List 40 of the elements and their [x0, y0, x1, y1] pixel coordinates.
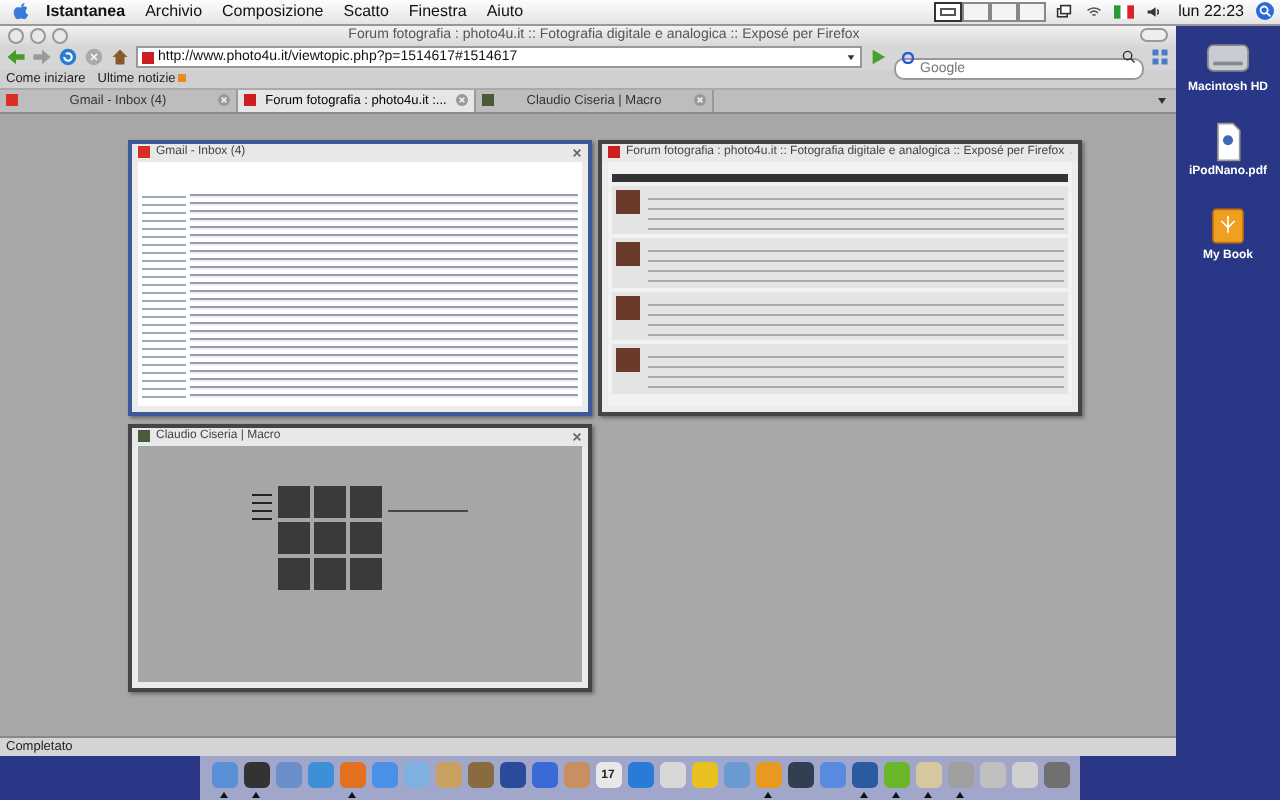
apple-icon[interactable]	[12, 2, 30, 21]
space-tile[interactable]	[990, 1, 1019, 22]
rss-icon	[177, 74, 186, 83]
stop-icon[interactable]	[84, 48, 104, 67]
search-engine-icon[interactable]	[902, 51, 914, 64]
home-icon[interactable]	[110, 48, 130, 67]
tabs-grid-icon[interactable]	[1150, 48, 1170, 67]
site-icon	[142, 51, 154, 64]
volume-icon[interactable]	[1144, 3, 1165, 20]
space-tile[interactable]	[1018, 1, 1047, 22]
menu-clock[interactable]: lun 22:23	[1178, 2, 1244, 21]
forward-arrow-icon[interactable]	[32, 48, 52, 67]
menu-item[interactable]: Scatto	[343, 1, 389, 22]
site-icon	[6, 94, 18, 107]
toolbar-toggle-icon[interactable]	[1140, 28, 1168, 43]
site-icon	[244, 94, 256, 107]
menu-item[interactable]: Archivio	[145, 1, 203, 22]
tab-list-icon[interactable]	[1156, 94, 1168, 107]
site-icon	[608, 146, 620, 159]
app-icon[interactable]	[787, 762, 813, 788]
wifi-icon[interactable]	[1084, 3, 1105, 20]
menu-item[interactable]: Aiuto	[486, 1, 524, 22]
windows-icon[interactable]	[1054, 3, 1075, 20]
dropdown-icon[interactable]	[846, 52, 856, 63]
space-tile[interactable]	[962, 1, 991, 22]
site-icon	[138, 430, 150, 443]
app-icon[interactable]	[851, 762, 877, 788]
site-icon	[138, 146, 150, 159]
search-icon[interactable]	[1122, 50, 1136, 65]
back-arrow-icon[interactable]	[6, 48, 26, 67]
app-icon[interactable]	[499, 762, 525, 788]
reload-icon[interactable]	[58, 48, 78, 67]
space-tile[interactable]	[934, 1, 963, 22]
flag-icon[interactable]	[1114, 3, 1135, 20]
menu-item[interactable]: Composizione	[222, 1, 324, 22]
menu-item[interactable]: Finestra	[408, 1, 467, 22]
go-arrow-icon[interactable]	[868, 48, 888, 67]
site-icon	[482, 94, 494, 107]
app-icon[interactable]	[243, 762, 269, 788]
app-menu[interactable]: Istantanea	[46, 1, 126, 22]
